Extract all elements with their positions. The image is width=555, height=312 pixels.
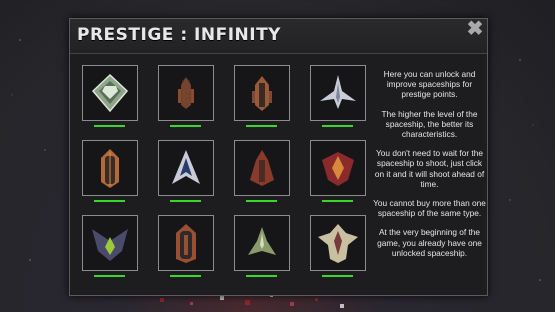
level-bar — [322, 200, 353, 202]
ship-slot-5[interactable] — [82, 140, 138, 202]
ship-slot-2[interactable] — [158, 65, 214, 127]
spaceship-icon — [101, 149, 119, 188]
ship-card — [82, 140, 138, 196]
ship-slot-3[interactable] — [234, 65, 290, 127]
level-bar — [246, 200, 277, 202]
spaceship-icon — [178, 77, 194, 109]
ship-card — [158, 140, 214, 196]
ship-card — [82, 65, 138, 121]
info-paragraph-limit: You cannot buy more than one spaceship o… — [373, 198, 486, 219]
level-bar — [246, 125, 277, 127]
spaceship-icon — [91, 73, 129, 113]
spaceship-icon — [248, 227, 276, 255]
spaceship-icon — [92, 229, 128, 261]
ship-slot-4[interactable] — [310, 65, 366, 127]
level-bar — [246, 275, 277, 277]
ship-card — [234, 215, 290, 271]
ship-grid — [82, 65, 372, 287]
ship-slot-8[interactable] — [310, 140, 366, 202]
level-bar — [94, 200, 125, 202]
ship-slot-9[interactable] — [82, 215, 138, 277]
level-bar — [170, 200, 201, 202]
spaceship-icon — [320, 75, 356, 109]
level-bar — [322, 275, 353, 277]
ship-slot-1[interactable] — [82, 65, 138, 127]
ship-card — [310, 140, 366, 196]
ship-card — [310, 215, 366, 271]
ship-card — [158, 215, 214, 271]
level-bar — [322, 125, 353, 127]
spaceship-icon — [250, 150, 274, 186]
spaceship-icon — [322, 152, 354, 186]
title-bar: PRESTIGE : INFINITY ✖ — [70, 19, 487, 54]
ship-slot-7[interactable] — [234, 140, 290, 202]
info-text: Here you can unlock and improve spaceshi… — [373, 69, 486, 267]
prestige-window: PRESTIGE : INFINITY ✖ Here you can unloc… — [69, 18, 488, 296]
ship-card — [310, 65, 366, 121]
info-paragraph-level: The higher the level of the spaceship, t… — [381, 108, 478, 140]
spaceship-icon — [318, 224, 358, 263]
ship-slot-10[interactable] — [158, 215, 214, 277]
spaceship-icon — [172, 150, 200, 184]
ship-slot-11[interactable] — [234, 215, 290, 277]
spaceship-icon — [176, 224, 196, 263]
ship-card — [234, 140, 290, 196]
close-icon[interactable]: ✖ — [466, 19, 484, 39]
info-paragraph-start: At the very beginning of the game, you a… — [377, 227, 482, 258]
ship-card — [158, 65, 214, 121]
spaceship-icon — [252, 76, 272, 111]
ship-card — [82, 215, 138, 271]
window-title: PRESTIGE : INFINITY — [77, 25, 281, 45]
ship-slot-6[interactable] — [158, 140, 214, 202]
info-paragraph-shoot: You don't need to wait for the spaceship… — [374, 148, 485, 189]
ship-slot-12[interactable] — [310, 215, 366, 277]
ship-card — [234, 65, 290, 121]
level-bar — [170, 275, 201, 277]
level-bar — [170, 125, 201, 127]
level-bar — [94, 125, 125, 127]
info-paragraph-unlock: Here you can unlock and improve spaceshi… — [383, 69, 476, 100]
level-bar — [94, 275, 125, 277]
